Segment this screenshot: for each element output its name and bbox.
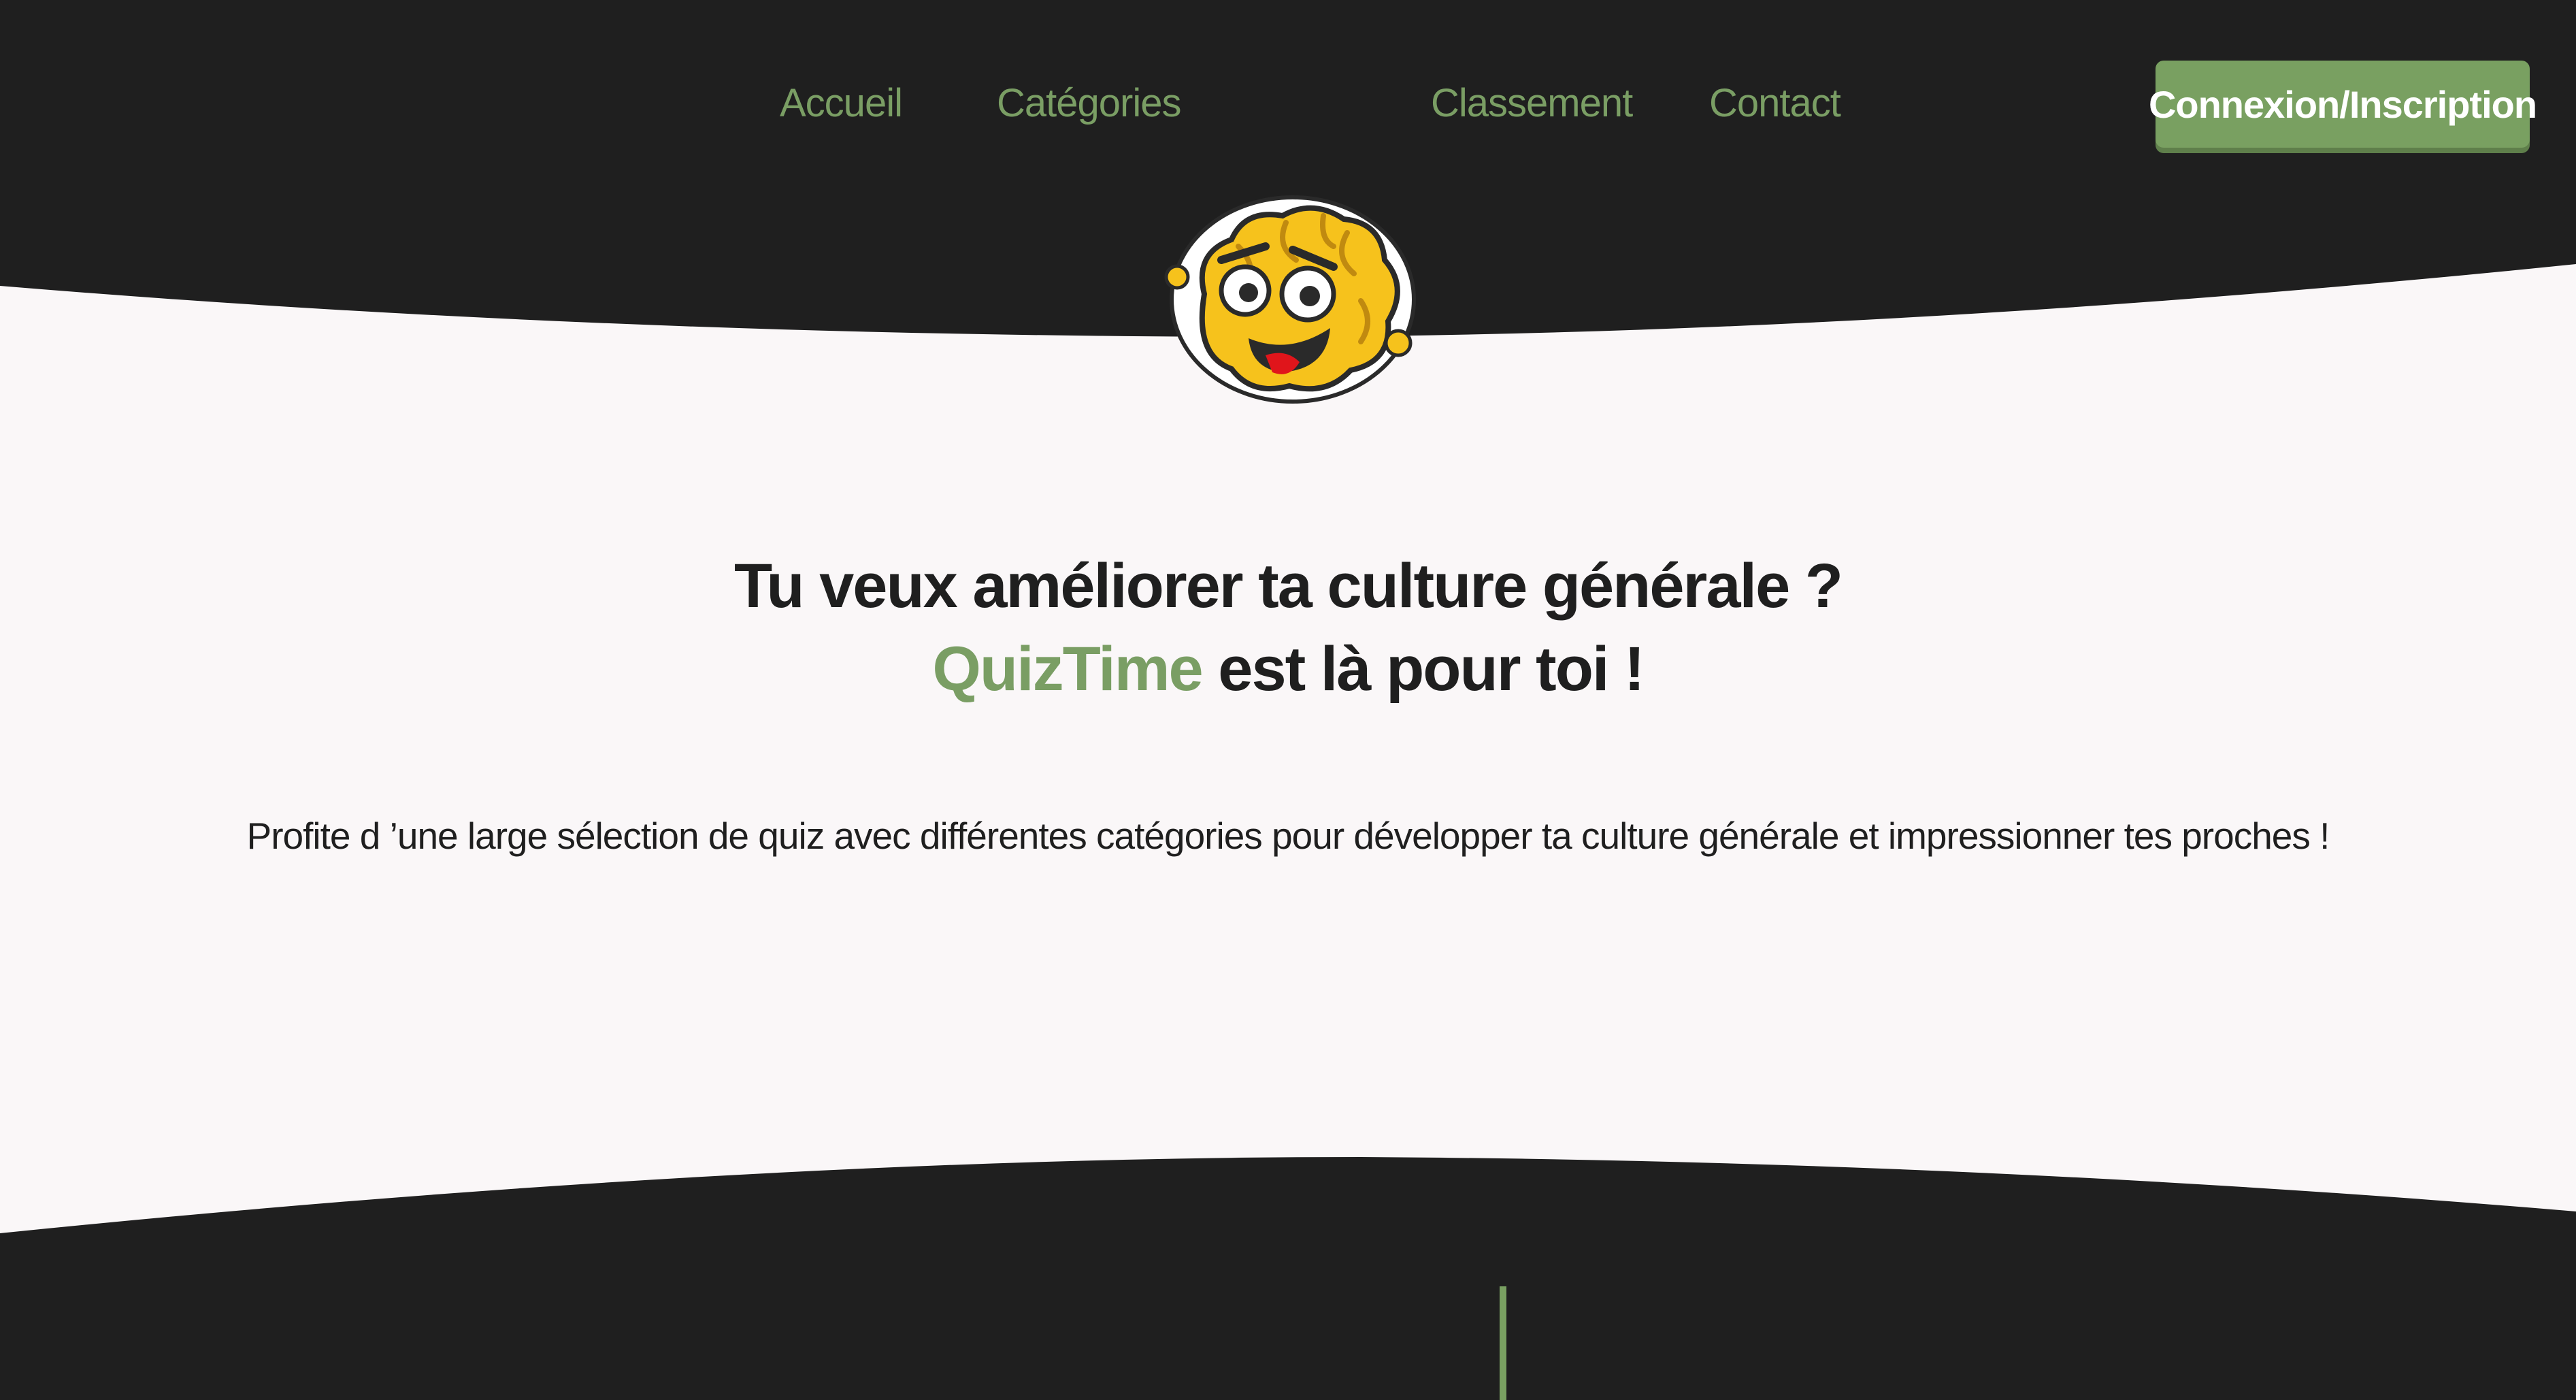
footer-wave-background xyxy=(0,1150,2576,1400)
brand-name: QuizTime xyxy=(932,634,1203,704)
hero-title: Tu veux améliorer ta culture générale ? … xyxy=(0,544,2576,711)
nav-link-classement[interactable]: Classement xyxy=(1431,80,1633,126)
brain-mascot-icon[interactable] xyxy=(1157,192,1429,410)
login-register-button[interactable]: Connexion/Inscription xyxy=(2149,61,2537,148)
hero-subtitle: Profite d ’une large sélection de quiz a… xyxy=(246,815,2330,857)
hero-title-line2-rest: est là pour toi ! xyxy=(1202,634,1645,704)
nav-link-contact[interactable]: Contact xyxy=(1709,80,1841,126)
hero-title-line2: QuizTime est là pour toi ! xyxy=(0,628,2576,711)
nav-link-categories[interactable]: Catégories xyxy=(997,80,1181,126)
accent-divider-line xyxy=(1500,1286,1506,1400)
nav-link-accueil[interactable]: Accueil xyxy=(780,80,903,126)
hero-title-line1: Tu veux améliorer ta culture générale ? xyxy=(734,551,1843,621)
